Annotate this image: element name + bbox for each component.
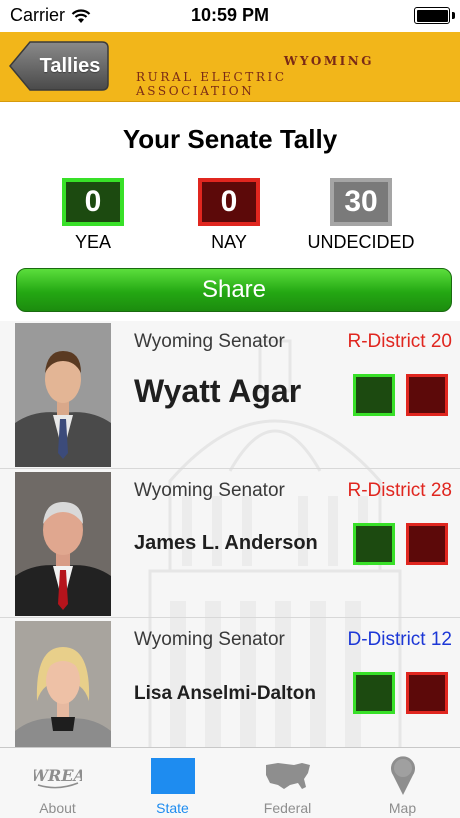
senator-photo — [15, 472, 111, 616]
battery-icon — [414, 7, 450, 24]
status-bar: Carrier 10:59 PM — [0, 0, 460, 32]
vote-nay-button[interactable] — [406, 523, 448, 565]
svg-text:WREA: WREA — [34, 766, 82, 785]
wrea-logo-icon: WREA — [0, 756, 115, 796]
senator-name: Wyatt Agar — [134, 373, 302, 409]
logo-line-2: RURAL ELECTRIC ASSOCIATION — [136, 70, 287, 98]
nay-label: NAY — [211, 232, 247, 252]
senator-photo — [15, 323, 111, 467]
wrea-logo: WYOMING RURAL ELECTRIC ASSOCIATION — [136, 54, 376, 98]
tab-label: Map — [388, 800, 417, 816]
tab-label: State — [156, 800, 189, 816]
tab-federal[interactable]: Federal — [230, 748, 345, 818]
senator-role: Wyoming Senator — [134, 480, 285, 501]
senator-district: D-District 12 — [347, 629, 452, 650]
app-header: Tallies WYOMING RURAL ELECTRIC ASSOCIATI… — [0, 32, 460, 102]
map-pin-icon — [345, 756, 460, 796]
tab-state[interactable]: State — [115, 748, 230, 818]
logo-line-1: WYOMING — [283, 54, 374, 68]
back-button-label: Tallies — [39, 55, 101, 77]
yea-count: 0 — [62, 178, 124, 226]
back-button[interactable]: Tallies — [8, 40, 110, 92]
undecided-count: 30 — [330, 178, 392, 226]
vote-yea-button[interactable] — [353, 523, 395, 565]
senator-row[interactable]: Wyoming Senator R-District 20 Wyatt Agar — [0, 321, 460, 469]
senator-name: Lisa Anselmi-Dalton — [134, 683, 316, 704]
battery-tip — [452, 12, 455, 19]
tab-label: About — [39, 800, 76, 816]
senator-district: R-District 28 — [347, 480, 452, 501]
yea-label: YEA — [74, 232, 112, 252]
status-time: 10:59 PM — [190, 5, 270, 25]
nay-count: 0 — [198, 178, 260, 226]
vote-yea-button[interactable] — [353, 374, 395, 416]
undecided-label: UNDECIDED — [307, 232, 415, 252]
vote-nay-button[interactable] — [406, 672, 448, 714]
senator-district: R-District 20 — [347, 331, 452, 352]
tab-bar: WREA About State Federal Map — [0, 747, 460, 818]
senator-photo — [15, 621, 111, 747]
tab-about[interactable]: WREA About — [0, 748, 115, 818]
senator-name: James L. Anderson — [134, 532, 318, 554]
tab-map[interactable]: Map — [345, 748, 460, 818]
senator-row[interactable]: Wyoming Senator R-District 28 James L. A… — [0, 470, 460, 618]
share-button[interactable]: Share — [16, 268, 452, 312]
senator-row[interactable]: Wyoming Senator D-District 12 Lisa Ansel… — [0, 619, 460, 747]
vote-yea-button[interactable] — [353, 672, 395, 714]
senator-role: Wyoming Senator — [134, 331, 285, 352]
tally-title: Your Senate Tally — [122, 124, 338, 154]
senator-list[interactable]: Wyoming Senator R-District 20 Wyatt Agar… — [0, 321, 460, 747]
senator-role: Wyoming Senator — [134, 629, 285, 650]
usa-map-icon — [230, 756, 345, 796]
vote-nay-button[interactable] — [406, 374, 448, 416]
wyoming-state-icon — [115, 756, 230, 796]
tab-label: Federal — [263, 800, 312, 816]
